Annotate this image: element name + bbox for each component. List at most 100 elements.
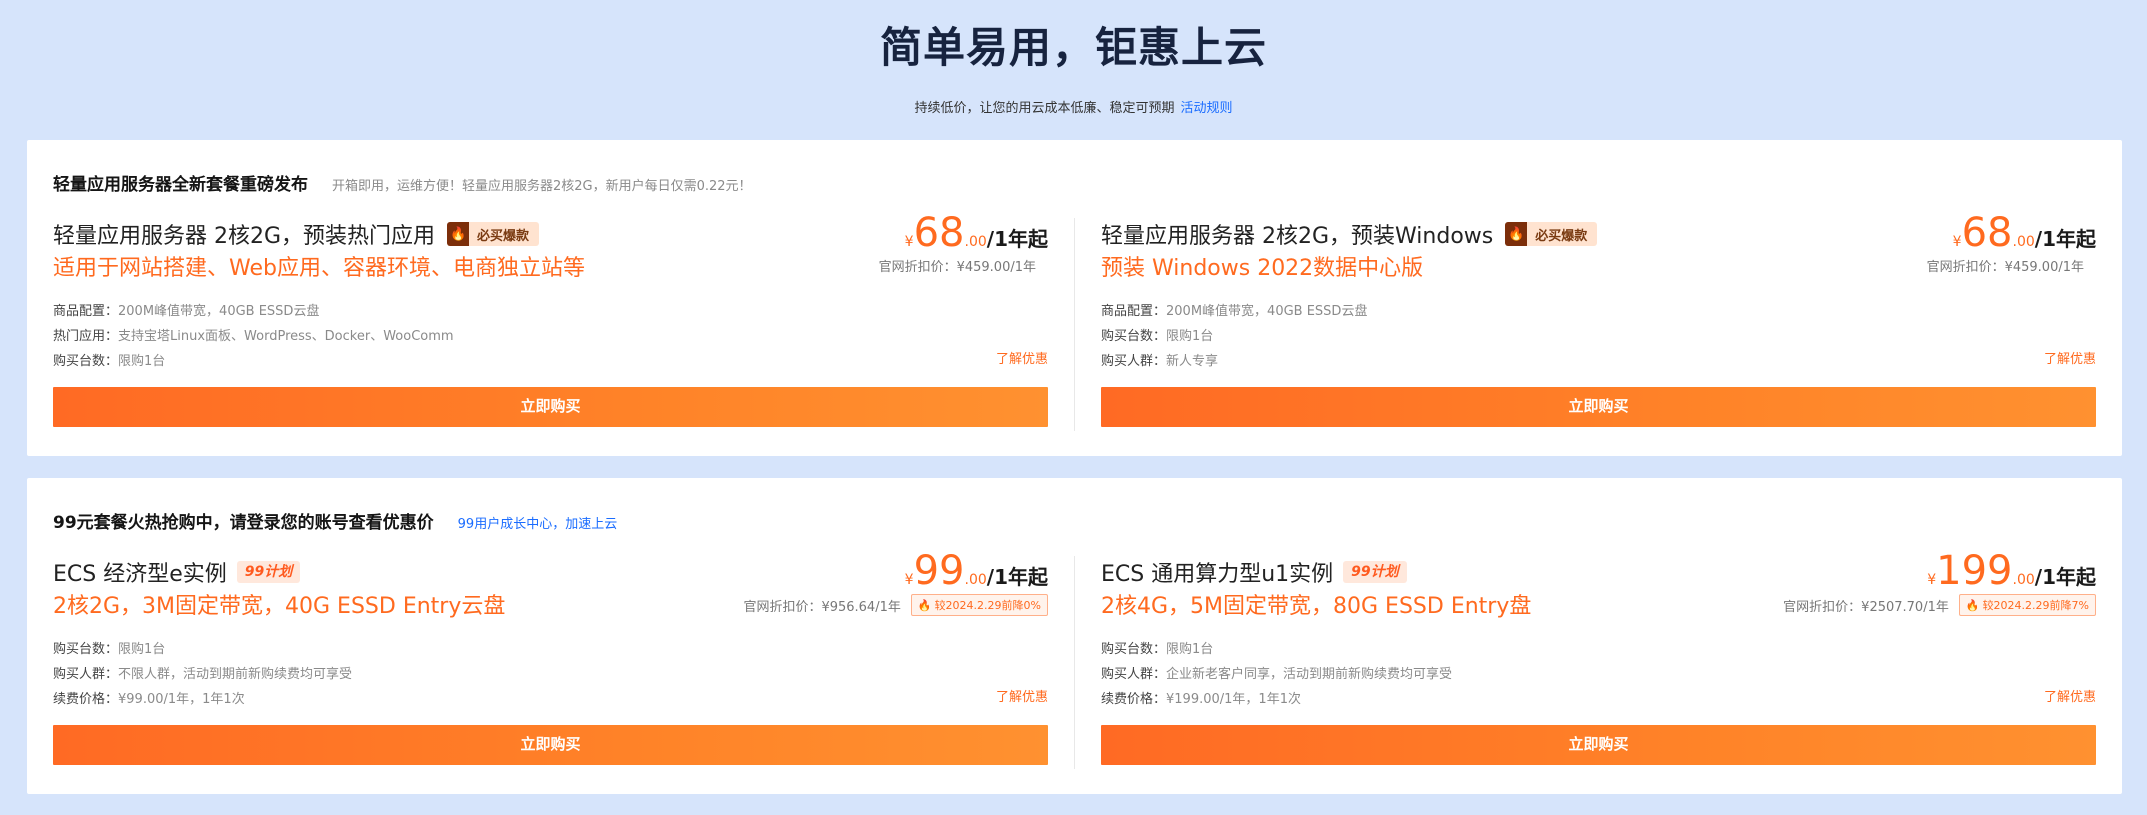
- product-name: ECS 经济型e实例: [53, 562, 227, 587]
- original-price: 官网折扣价：¥2507.70/1年: [1783, 599, 1949, 615]
- price-currency: ¥: [1952, 234, 1962, 250]
- price: ¥68.00/1年起: [879, 210, 1048, 256]
- hot-tag-label: 必买爆款: [477, 228, 530, 244]
- original-price: 官网折扣价：¥459.00/1年: [1926, 260, 2084, 275]
- learn-more-link[interactable]: 了解优惠: [2044, 686, 2096, 705]
- original-price: 官网折扣价：¥459.00/1年: [878, 260, 1036, 275]
- product-card: ECS 通用算力型u1实例 99计划 2核4G，5M固定带宽，80G ESSD …: [1101, 548, 2096, 778]
- product-name-row: 轻量应用服务器 2核2G，预装Windows 🔥 必买爆款: [1101, 218, 1598, 250]
- panel-title: 99元套餐火热抢购中，请登录您的账号查看优惠价: [53, 513, 434, 533]
- price-drop-tag: 🔥 较2024.2.29前降7%: [1958, 594, 2096, 616]
- price-unit: /1年起: [986, 227, 1048, 251]
- original-price-row: 官网折扣价：¥2507.70/1年 🔥 较2024.2.29前降7%: [1783, 594, 2096, 616]
- fire-icon: 🔥: [447, 222, 470, 246]
- page-subtitle: 持续低价，让您的用云成本低廉、稳定可预期 活动规则: [0, 97, 2147, 116]
- spec-key: 购买台数：: [53, 354, 119, 369]
- spec-key: 购买台数：: [1101, 642, 1167, 657]
- spec-value: 200M峰值带宽，40GB ESSD云盘: [1166, 304, 1368, 319]
- product-name: 轻量应用服务器 2核2G，预装热门应用: [53, 224, 436, 249]
- product-subtitle: 2核4G，5M固定带宽，80G ESSD Entry盘: [1101, 594, 1532, 619]
- spec-row: 购买台数：限购1台: [53, 349, 454, 374]
- price-int: 99: [913, 548, 965, 594]
- price-int: 68: [913, 210, 965, 256]
- spec-key: 热门应用：: [53, 329, 119, 344]
- promo-page: 简单易用，钜惠上云 持续低价，让您的用云成本低廉、稳定可预期 活动规则 轻量应用服…: [0, 0, 2147, 815]
- price-unit: /1年起: [2034, 565, 2096, 589]
- product-subtitle: 适用于网站搭建、Web应用、容器环境、电商独立站等: [53, 256, 585, 281]
- price-currency: ¥: [904, 572, 914, 588]
- product-specs: 商品配置：200M峰值带宽，40GB ESSD云盘 热门应用：支持宝塔Linux…: [53, 299, 454, 374]
- learn-more-link[interactable]: 了解优惠: [996, 348, 1048, 367]
- product-name: ECS 通用算力型u1实例: [1101, 562, 1334, 587]
- price: ¥68.00/1年起: [1927, 210, 2096, 256]
- product-name-row: 轻量应用服务器 2核2G，预装热门应用 🔥 必买爆款: [53, 218, 540, 250]
- buy-now-button[interactable]: 立即购买: [1101, 387, 2096, 427]
- price-unit: /1年起: [2034, 227, 2096, 251]
- product-specs: 商品配置：200M峰值带宽，40GB ESSD云盘 购买台数：限购1台 购买人群…: [1101, 299, 1367, 374]
- panel-title: 轻量应用服务器全新套餐重磅发布: [53, 175, 308, 195]
- product-specs: 购买台数：限购1台 购买人群：不限人群，活动到期前新购续费均可享受 续费价格：¥…: [53, 637, 352, 712]
- spec-value: ¥199.00/1年，1年1次: [1166, 692, 1301, 707]
- spec-row: 购买台数：限购1台: [1101, 637, 1452, 662]
- product-name-row: ECS 经济型e实例 99计划: [53, 556, 301, 588]
- price-drop-label: 较2024.2.29前降7%: [1982, 599, 2089, 612]
- card-divider: [1074, 556, 1075, 769]
- price-box: ¥99.00/1年起 官网折扣价：¥956.64/1年 🔥 较2024.2.29前…: [743, 548, 1048, 616]
- product-subtitle: 2核2G，3M固定带宽，40G ESSD Entry云盘: [53, 594, 506, 619]
- spec-value: 企业新老客户同享，活动到期前新购续费均可享受: [1166, 667, 1453, 682]
- lightweight-server-panel: 轻量应用服务器全新套餐重磅发布 开箱即用，运维方便！轻量应用服务器2核2G，新用…: [27, 140, 2122, 456]
- product-subtitle: 预装 Windows 2022数据中心版: [1101, 256, 1424, 281]
- spec-key: 购买台数：: [1101, 329, 1167, 344]
- spec-row: 商品配置：200M峰值带宽，40GB ESSD云盘: [53, 299, 454, 324]
- price-drop-icon: 🔥: [917, 598, 932, 612]
- spec-row: 购买人群：企业新老客户同享，活动到期前新购续费均可享受: [1101, 662, 1452, 687]
- learn-more-link[interactable]: 了解优惠: [996, 686, 1048, 705]
- hot-tag: 🔥 必买爆款: [1505, 222, 1598, 246]
- hot-tag-label: 必买爆款: [1535, 228, 1588, 244]
- spec-key: 商品配置：: [53, 304, 119, 319]
- price-dec: .00: [964, 234, 987, 250]
- spec-row: 购买台数：限购1台: [1101, 324, 1367, 349]
- product-card: 轻量应用服务器 2核2G，预装Windows 🔥 必买爆款 预装 Windows …: [1101, 210, 2096, 440]
- spec-value: 限购1台: [118, 642, 166, 657]
- product-specs: 购买台数：限购1台 购买人群：企业新老客户同享，活动到期前新购续费均可享受 续费…: [1101, 637, 1452, 712]
- spec-key: 商品配置：: [1101, 304, 1167, 319]
- plan-99-tag: 99计划: [1343, 561, 1407, 583]
- growth-center-link[interactable]: 99用户成长中心，加速上云: [458, 513, 618, 532]
- spec-value: 限购1台: [1166, 329, 1214, 344]
- spec-value: 200M峰值带宽，40GB ESSD云盘: [118, 304, 320, 319]
- original-price-row: 官网折扣价：¥956.64/1年 🔥 较2024.2.29前降0%: [743, 594, 1048, 616]
- fire-icon: 🔥: [1505, 222, 1528, 246]
- hot-tag: 🔥 必买爆款: [447, 222, 540, 246]
- spec-key: 购买台数：: [53, 642, 119, 657]
- price-int: 199: [1936, 548, 2013, 594]
- spec-row: 热门应用：支持宝塔Linux面板、WordPress、Docker、WooCom…: [53, 324, 454, 349]
- price-drop-tag: 🔥 较2024.2.29前降0%: [910, 594, 1048, 616]
- spec-value: 支持宝塔Linux面板、WordPress、Docker、WooComm: [118, 329, 454, 344]
- ecs-99-panel: 99元套餐火热抢购中，请登录您的账号查看优惠价 99用户成长中心，加速上云 EC…: [27, 478, 2122, 794]
- buy-now-button[interactable]: 立即购买: [53, 725, 1048, 765]
- spec-row: 续费价格：¥99.00/1年，1年1次: [53, 687, 352, 712]
- card-divider: [1074, 218, 1075, 431]
- activity-rules-link[interactable]: 活动规则: [1181, 101, 1233, 116]
- price-dec: .00: [2012, 572, 2035, 588]
- learn-more-link[interactable]: 了解优惠: [2044, 348, 2096, 367]
- spec-row: 商品配置：200M峰值带宽，40GB ESSD云盘: [1101, 299, 1367, 324]
- price-unit: /1年起: [986, 565, 1048, 589]
- panel-desc: 开箱即用，运维方便！轻量应用服务器2核2G，新用户每日仅需0.22元！: [332, 179, 752, 194]
- spec-value: 限购1台: [1166, 642, 1214, 657]
- price-dec: .00: [964, 572, 987, 588]
- spec-row: 购买人群：新人专享: [1101, 349, 1367, 374]
- buy-now-button[interactable]: 立即购买: [1101, 725, 2096, 765]
- spec-value: 限购1台: [118, 354, 166, 369]
- price-int: 68: [1961, 210, 2013, 256]
- price-box: ¥68.00/1年起 官网折扣价：¥459.00/1年: [1927, 210, 2096, 275]
- price-currency: ¥: [904, 234, 914, 250]
- buy-now-button[interactable]: 立即购买: [53, 387, 1048, 427]
- price-currency: ¥: [1927, 572, 1937, 588]
- spec-key: 购买人群：: [1101, 667, 1167, 682]
- spec-value: ¥99.00/1年，1年1次: [118, 692, 245, 707]
- price: ¥199.00/1年起: [1783, 548, 2096, 594]
- price-dec: .00: [2012, 234, 2035, 250]
- page-title: 简单易用，钜惠上云: [879, 23, 1267, 72]
